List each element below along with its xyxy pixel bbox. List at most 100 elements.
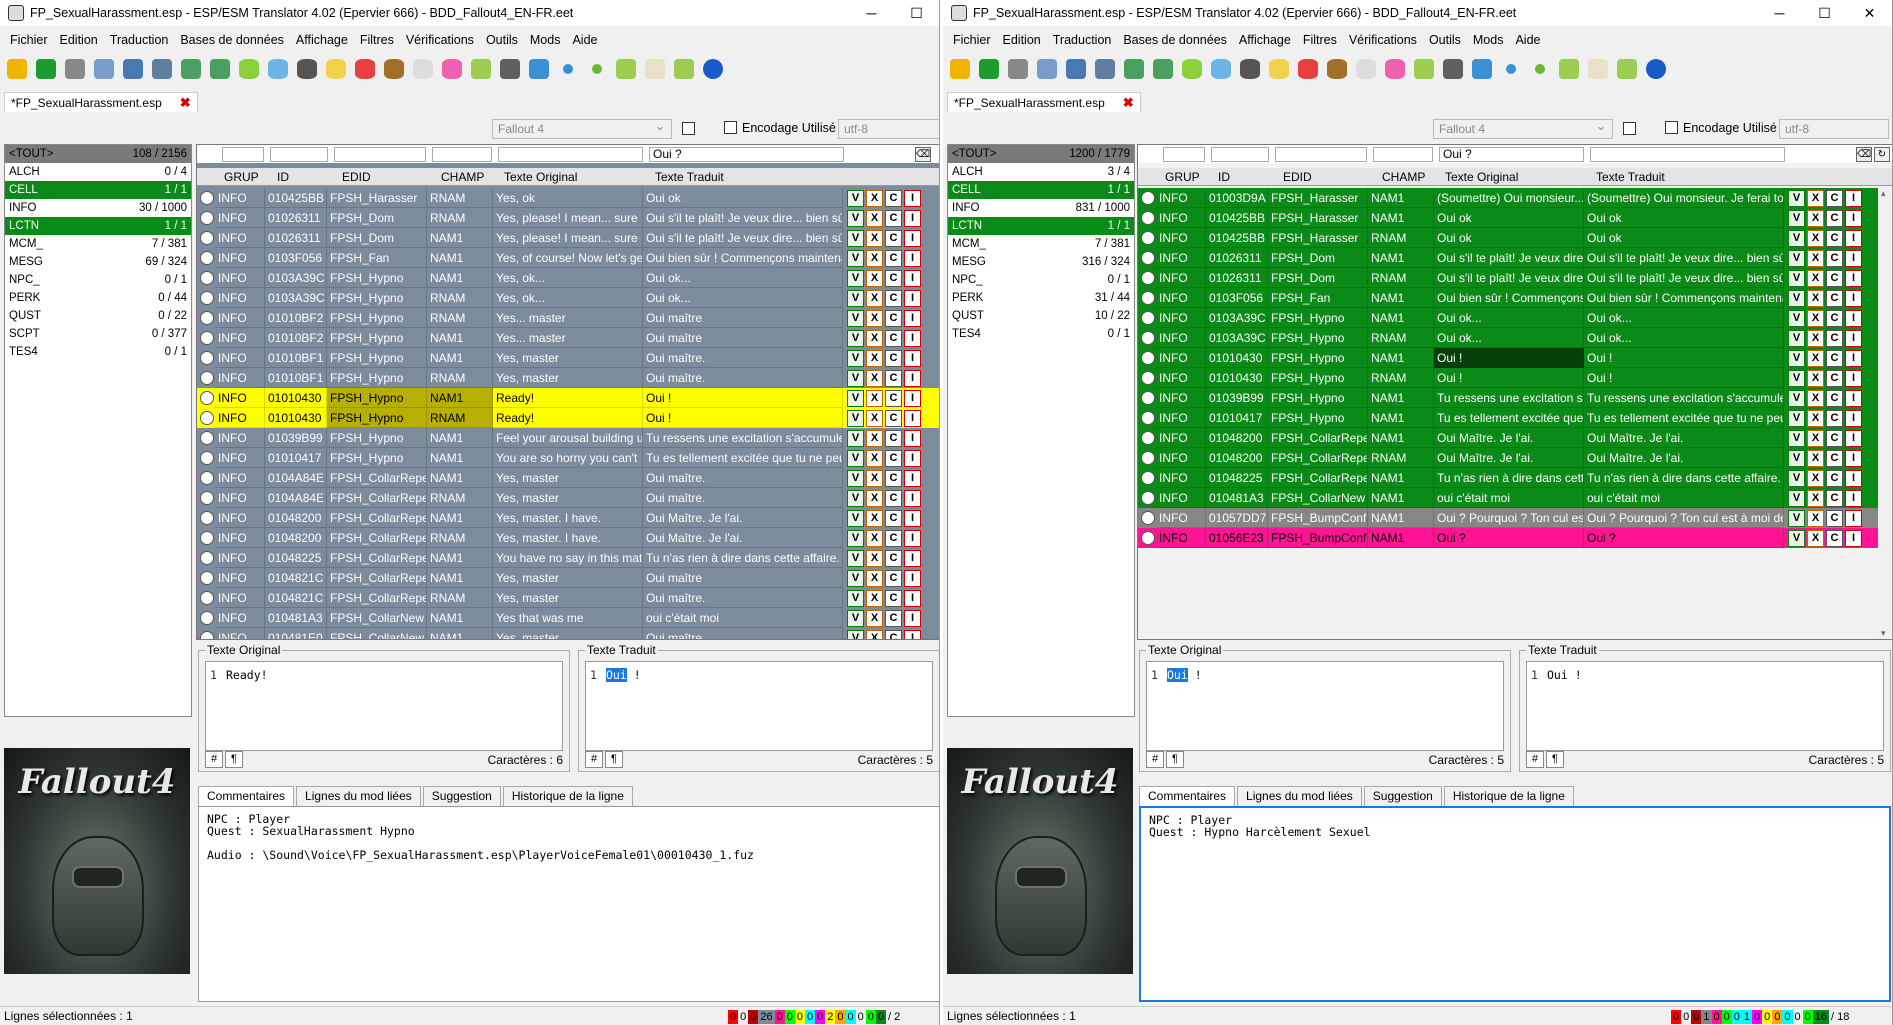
gear-icon[interactable] <box>1005 56 1031 82</box>
note-icon[interactable] <box>468 56 494 82</box>
close-icon[interactable]: ✕ <box>1847 5 1892 22</box>
format-button[interactable]: ¶ <box>1166 751 1184 768</box>
info-button[interactable]: I <box>904 250 921 267</box>
row-radio[interactable] <box>200 311 214 325</box>
filter-edid[interactable] <box>1275 147 1367 162</box>
info-button[interactable]: I <box>1845 430 1862 447</box>
validate-button[interactable]: V <box>1788 490 1805 507</box>
table-row[interactable]: INFO 01026311 FPSH_Dom RNAM Yes, please! I m… <box>197 208 939 228</box>
validate-button[interactable]: V <box>1788 390 1805 407</box>
table-row[interactable]: INFO 01010430 FPSH_Hypno NAM1 Oui ! Oui ! V X C I <box>1138 348 1892 368</box>
row-radio[interactable] <box>1141 411 1155 425</box>
table-row[interactable]: INFO 0104A84E FPSH_CollarRepea RNAM Yes, mas… <box>197 488 939 508</box>
reject-button[interactable]: X <box>1807 410 1824 427</box>
category-item[interactable]: CELL 1 / 1 <box>5 181 191 199</box>
copy-button[interactable]: C <box>885 370 902 387</box>
validate-button[interactable]: V <box>847 430 864 447</box>
save-icon[interactable] <box>149 56 175 82</box>
play-icon[interactable] <box>1643 56 1669 82</box>
info-button[interactable]: I <box>1845 470 1862 487</box>
info-button[interactable]: I <box>904 430 921 447</box>
col-orig[interactable]: Texte Original <box>504 170 577 184</box>
cube-icon[interactable] <box>1614 56 1640 82</box>
minimize-icon[interactable]: ─ <box>849 5 894 21</box>
maximize-icon[interactable]: ☐ <box>1802 5 1847 22</box>
clear-filter-icon[interactable]: ⌫ <box>915 147 931 162</box>
reject-button[interactable]: X <box>1807 430 1824 447</box>
game-select[interactable]: Fallout 4 <box>492 119 672 139</box>
validate-button[interactable]: V <box>847 370 864 387</box>
category-item[interactable]: SCPT 0 / 377 <box>5 325 191 343</box>
reject-button[interactable]: X <box>1807 290 1824 307</box>
tab-lignes-liees[interactable]: Lignes du mod liées <box>1237 786 1362 806</box>
translated-text[interactable]: Oui ! <box>1547 668 1582 682</box>
category-item[interactable]: NPC_ 0 / 1 <box>5 271 191 289</box>
reject-button[interactable]: X <box>866 630 883 639</box>
copy-button[interactable]: C <box>885 510 902 527</box>
menu-filtres[interactable]: Filtres <box>354 33 400 47</box>
menu-aide[interactable]: Aide <box>566 33 603 47</box>
table-row[interactable]: INFO 01048200 FPSH_CollarRepea RNAM Yes, mas… <box>197 528 939 548</box>
category-item[interactable]: INFO 30 / 1000 <box>5 199 191 217</box>
reject-button[interactable]: X <box>866 590 883 607</box>
table-row[interactable]: INFO 0103A39C FPSH_Hypno NAM1 Oui ok... Oui o… <box>1138 308 1892 328</box>
info-button[interactable]: I <box>904 490 921 507</box>
category-item[interactable]: NPC_ 0 / 1 <box>948 271 1134 289</box>
copy-button[interactable]: C <box>1826 250 1843 267</box>
tab-historique[interactable]: Historique de la ligne <box>502 786 633 806</box>
tab-commentaires[interactable]: Commentaires <box>1139 786 1236 806</box>
validate-button[interactable]: V <box>847 610 864 627</box>
row-radio[interactable] <box>1141 471 1155 485</box>
import-icon[interactable] <box>178 56 204 82</box>
db-red-icon[interactable] <box>352 56 378 82</box>
row-radio[interactable] <box>200 211 214 225</box>
copy-button[interactable]: C <box>1826 330 1843 347</box>
reject-button[interactable]: X <box>1807 330 1824 347</box>
table-row[interactable]: INFO 01048200 FPSH_CollarRepea RNAM Oui Maît… <box>1138 448 1892 468</box>
row-radio[interactable] <box>1141 511 1155 525</box>
table-row[interactable]: INFO 01003D9A FPSH_Harasser NAM1 (Soumettre)… <box>1138 188 1892 208</box>
validate-button[interactable]: V <box>847 450 864 467</box>
compare-icon[interactable] <box>91 56 117 82</box>
translated-text-area[interactable]: 1 Oui ! <box>585 661 933 751</box>
info-button[interactable]: I <box>1845 530 1862 547</box>
blue-dot-icon[interactable] <box>1498 56 1524 82</box>
info-button[interactable]: I <box>1845 230 1862 247</box>
copy-button[interactable]: C <box>885 310 902 327</box>
validate-button[interactable]: V <box>1788 230 1805 247</box>
title-bar[interactable]: FP_SexualHarassment.esp - ESP/ESM Transl… <box>943 0 1892 26</box>
copy-button[interactable]: C <box>1826 350 1843 367</box>
reject-button[interactable]: X <box>866 290 883 307</box>
open-folder-icon[interactable] <box>4 56 30 82</box>
reject-button[interactable]: X <box>866 490 883 507</box>
row-radio[interactable] <box>200 391 214 405</box>
validate-button[interactable]: V <box>847 270 864 287</box>
reject-button[interactable]: X <box>866 610 883 627</box>
validate-button[interactable]: V <box>1788 310 1805 327</box>
table-row[interactable]: INFO 01010430 FPSH_Hypno RNAM Ready! Oui ! V X C… <box>197 408 939 428</box>
validate-button[interactable]: V <box>1788 470 1805 487</box>
category-item[interactable]: MESG 69 / 324 <box>5 253 191 271</box>
table-row[interactable]: INFO 01048200 FPSH_CollarRepea NAM1 Yes, mas… <box>197 508 939 528</box>
reject-button[interactable]: X <box>1807 450 1824 467</box>
validate-button[interactable]: V <box>847 230 864 247</box>
table-row[interactable]: INFO 01026311 FPSH_Dom NAM1 Yes, please! I m… <box>197 228 939 248</box>
copy-button[interactable]: C <box>885 210 902 227</box>
db-yellow-icon[interactable] <box>323 56 349 82</box>
reject-button[interactable]: X <box>1807 370 1824 387</box>
col-champ[interactable]: CHAMP <box>1382 170 1425 184</box>
row-radio[interactable] <box>1141 211 1155 225</box>
validate-button[interactable]: V <box>1788 350 1805 367</box>
original-text-area[interactable]: 1 Oui ! <box>1146 661 1504 751</box>
menu-mods[interactable]: Mods <box>1467 33 1510 47</box>
file-tab[interactable]: *FP_SexualHarassment.esp ✖ <box>4 92 198 112</box>
category-item[interactable]: TES4 0 / 1 <box>948 325 1134 343</box>
copy-button[interactable]: C <box>885 530 902 547</box>
row-radio[interactable] <box>1141 191 1155 205</box>
table-row[interactable]: INFO 01010BF2 FPSH_Hypno RNAM Yes... master O… <box>197 308 939 328</box>
table-row[interactable]: INFO 01010BF2 FPSH_Hypno NAM1 Yes... master O… <box>197 328 939 348</box>
copy-button[interactable]: C <box>885 550 902 567</box>
green-dot-icon[interactable] <box>584 56 610 82</box>
menu-aide[interactable]: Aide <box>1509 33 1546 47</box>
category-item[interactable]: LCTN 1 / 1 <box>5 217 191 235</box>
